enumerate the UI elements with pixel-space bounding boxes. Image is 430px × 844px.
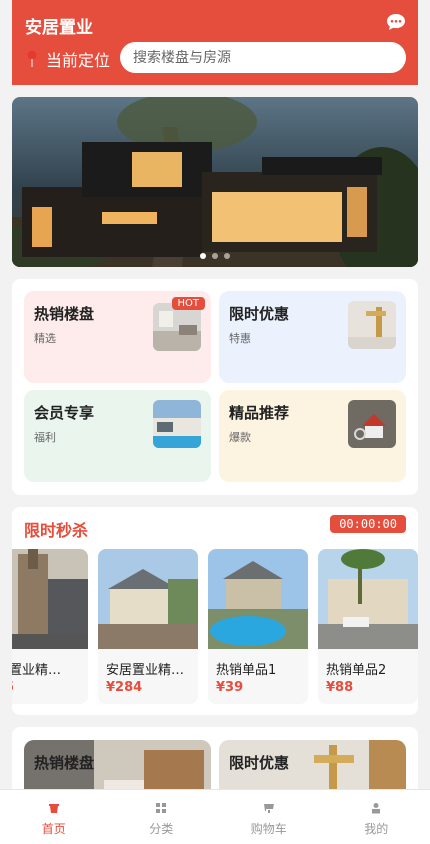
product-image <box>208 549 308 649</box>
tab-label: 购物车 <box>250 822 287 836</box>
product-image <box>12 549 88 649</box>
product-name: 热销单品2 <box>326 663 387 678</box>
banner-carousel[interactable] <box>12 97 418 267</box>
category-hot-property[interactable]: 热销楼盘 精选 HOT <box>24 291 211 383</box>
category-subtitle: 精选 <box>34 332 56 345</box>
category-grid: 热销楼盘 精选 HOT 限时优惠 特惠 会员专享 福利 精品推荐 爆款 <box>12 279 418 495</box>
top-header: 安居置业 当前定位 <box>12 0 418 85</box>
home-page: 安居置业 当前定位 搜索楼盘与房源 热销楼盘 精选 HOT 限时优惠 特惠 会员… <box>0 0 430 844</box>
bottom-tab-bar: 首页 分类 购物车 我的 <box>0 789 430 844</box>
product-name: 安居置业精… <box>106 663 185 678</box>
tab-label: 分类 <box>149 822 174 836</box>
product-name: 居置业精… <box>12 663 62 678</box>
tab-profile[interactable]: 我的 <box>323 790 430 844</box>
flash-sale-title: 限时秒杀 <box>24 521 89 540</box>
carousel-dot[interactable] <box>224 253 230 259</box>
category-title: 会员专享 <box>34 404 95 422</box>
location-pin-icon <box>27 50 37 67</box>
tab-cart[interactable]: 购物车 <box>215 790 323 844</box>
carousel-dot[interactable] <box>212 253 218 259</box>
banner-house-image <box>12 97 418 267</box>
category-title: 限时优惠 <box>229 305 290 323</box>
recommend-tile-title: 限时优惠 <box>229 754 290 772</box>
category-thumbnail <box>153 303 201 351</box>
recommend-tile-title: 热销楼盘 <box>34 754 95 772</box>
product-price: ¥284 <box>106 680 143 695</box>
user-icon <box>372 803 381 814</box>
product-card[interactable]: 安居置业精… ¥284 <box>98 549 198 704</box>
product-card[interactable]: 居置业精… 35 <box>12 549 88 704</box>
search-input[interactable] <box>120 42 406 73</box>
product-price: 35 <box>12 680 14 695</box>
product-image <box>98 549 198 649</box>
category-title: 精品推荐 <box>229 404 290 422</box>
category-thumbnail <box>348 400 396 448</box>
location-label: 当前定位 <box>46 51 111 70</box>
carousel-dot[interactable] <box>200 253 206 259</box>
message-icon[interactable] <box>386 12 406 32</box>
flash-sale-section: 限时秒杀 00:00:00 居置业精… 35 安居置业精… ¥284 热销单品1… <box>12 507 418 715</box>
category-thumbnail <box>348 301 396 349</box>
product-card[interactable]: 热销单品2 ¥88 <box>318 549 418 704</box>
cart-icon <box>263 804 274 813</box>
category-subtitle: 福利 <box>34 431 56 444</box>
category-subtitle: 特惠 <box>229 332 251 345</box>
tab-home[interactable]: 首页 <box>0 790 108 844</box>
category-title: 热销楼盘 <box>34 305 95 323</box>
category-subtitle: 爆款 <box>229 431 251 444</box>
product-card[interactable]: 热销单品1 ¥39 <box>208 549 308 704</box>
product-name: 热销单品1 <box>216 663 277 678</box>
product-price: ¥39 <box>216 680 244 695</box>
tab-category[interactable]: 分类 <box>108 790 216 844</box>
tab-label: 我的 <box>364 822 389 836</box>
app-title: 安居置业 <box>25 18 93 38</box>
category-featured[interactable]: 精品推荐 爆款 <box>219 390 406 482</box>
home-icon <box>48 804 59 813</box>
hot-badge: HOT <box>171 297 205 310</box>
current-location[interactable]: 当前定位 <box>26 47 110 71</box>
category-icon <box>156 803 167 813</box>
product-price: ¥88 <box>326 680 354 695</box>
countdown-timer: 00:00:00 <box>330 515 406 533</box>
category-member-exclusive[interactable]: 会员专享 福利 <box>24 390 211 482</box>
carousel-indicator <box>12 253 418 259</box>
tab-label: 首页 <box>41 822 66 836</box>
category-limited-offer[interactable]: 限时优惠 特惠 <box>219 291 406 383</box>
category-thumbnail <box>153 400 201 448</box>
product-image <box>318 549 418 649</box>
